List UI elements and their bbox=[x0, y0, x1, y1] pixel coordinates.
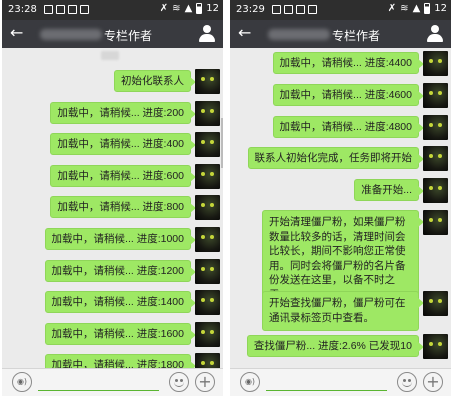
avatar[interactable] bbox=[423, 178, 448, 203]
message-bubble[interactable]: 加载中，请稍候... 进度:1600 bbox=[44, 323, 197, 345]
chat-title: 专栏作者 bbox=[104, 29, 153, 43]
mute-icon: ✗ bbox=[159, 3, 169, 14]
message-bubble[interactable]: 加载中，请稍候... 进度:200 bbox=[50, 102, 196, 124]
message-bubble[interactable]: 加载中，请稍候... 进度:600 bbox=[50, 165, 196, 187]
back-arrow-icon[interactable]: ← bbox=[238, 23, 251, 42]
notification-icon bbox=[80, 5, 89, 14]
status-bar: 23:29 ✗ ≋ ▲ 12 bbox=[230, 0, 451, 20]
chat-title-bar: ← 专栏作者 bbox=[230, 20, 451, 48]
avatar[interactable] bbox=[423, 291, 448, 316]
emoji-icon[interactable] bbox=[169, 372, 189, 392]
right-phone-screen: 23:29 ✗ ≋ ▲ 12 ← 专栏作者 加载中，请稍候... 进度:4400… bbox=[230, 0, 451, 396]
blurred-contact-name bbox=[268, 29, 330, 40]
message-bubble[interactable]: 初始化联系人 bbox=[114, 70, 196, 92]
avatar[interactable] bbox=[423, 334, 448, 359]
message-bubble[interactable]: 联系人初始化完成，任务即将开始 bbox=[247, 147, 424, 169]
chat-title: 专栏作者 bbox=[332, 29, 381, 43]
back-arrow-icon[interactable]: ← bbox=[10, 23, 23, 42]
message-bubble[interactable]: 加载中，请稍候... 进度:4600 bbox=[272, 84, 425, 106]
status-right: ✗ ≋ ▲ 12 bbox=[160, 3, 219, 14]
scrollbar[interactable] bbox=[221, 118, 223, 168]
battery-icon bbox=[424, 3, 431, 14]
notification-icon bbox=[308, 5, 317, 14]
notification-icon bbox=[296, 5, 305, 14]
notification-icons bbox=[272, 5, 317, 14]
plus-icon[interactable]: + bbox=[423, 372, 443, 392]
chat-input-bar: ◉) + bbox=[2, 368, 223, 396]
message-bubble[interactable]: 加载中，请稍候... 进度:1200 bbox=[44, 260, 197, 282]
left-phone-screen: 23:28 ✗ ≋ ▲ 12 ← 专栏作者 初始化联系人 加载中，请稍候... … bbox=[2, 0, 223, 396]
message-bubble[interactable]: 加载中，请稍候... 进度:400 bbox=[50, 133, 196, 155]
blurred-timestamp bbox=[101, 51, 119, 60]
notification-icons bbox=[44, 5, 89, 14]
message-input[interactable] bbox=[266, 390, 387, 391]
voice-icon[interactable]: ◉) bbox=[240, 372, 260, 392]
notification-icon bbox=[68, 5, 77, 14]
avatar[interactable] bbox=[195, 132, 220, 157]
wifi-icon: ≋ bbox=[172, 3, 181, 14]
avatar[interactable] bbox=[423, 115, 448, 140]
message-bubble[interactable]: 加载中，请稍候... 进度:4400 bbox=[272, 52, 425, 74]
avatar[interactable] bbox=[195, 259, 220, 284]
message-bubble[interactable]: 准备开始... bbox=[354, 179, 424, 201]
message-bubble[interactable]: 开始查找僵尸粉，僵尸粉可在通讯录标签页中查看。 bbox=[262, 291, 424, 331]
avatar[interactable] bbox=[195, 322, 220, 347]
notification-icon bbox=[284, 5, 293, 14]
wifi-icon: ≋ bbox=[400, 3, 409, 14]
avatar[interactable] bbox=[195, 195, 220, 220]
avatar[interactable] bbox=[423, 146, 448, 171]
status-time: 23:29 bbox=[236, 4, 265, 15]
plus-icon[interactable]: + bbox=[195, 372, 215, 392]
message-bubble[interactable]: 加载中，请稍候... 进度:4800 bbox=[272, 116, 425, 138]
chat-title-bar: ← 专栏作者 bbox=[2, 20, 223, 48]
avatar[interactable] bbox=[195, 290, 220, 315]
avatar[interactable] bbox=[195, 101, 220, 126]
chat-input-bar: ◉) + bbox=[230, 368, 451, 396]
status-time: 23:28 bbox=[8, 4, 37, 15]
signal-icon: ▲ bbox=[412, 3, 421, 14]
message-input[interactable] bbox=[38, 390, 159, 391]
message-bubble[interactable]: 加载中，请稍候... 进度:800 bbox=[50, 196, 196, 218]
mute-icon: ✗ bbox=[387, 3, 397, 14]
status-right: ✗ ≋ ▲ 12 bbox=[388, 3, 447, 14]
avatar[interactable] bbox=[195, 164, 220, 189]
message-bubble[interactable]: 查找僵尸粉... 进度:2.6% 已发现10 bbox=[246, 335, 425, 357]
avatar[interactable] bbox=[423, 210, 448, 235]
emoji-icon[interactable] bbox=[397, 372, 417, 392]
status-bar: 23:28 ✗ ≋ ▲ 12 bbox=[2, 0, 223, 20]
contact-info-icon[interactable] bbox=[427, 25, 443, 42]
avatar[interactable] bbox=[423, 51, 448, 76]
notification-icon bbox=[56, 5, 65, 14]
notification-icon bbox=[272, 5, 281, 14]
contact-info-icon[interactable] bbox=[199, 25, 215, 42]
message-bubble[interactable]: 加载中，请稍候... 进度:1400 bbox=[44, 291, 197, 313]
battery-level: 12 bbox=[206, 3, 219, 14]
notification-icon bbox=[44, 5, 53, 14]
blurred-contact-name bbox=[40, 29, 102, 40]
avatar[interactable] bbox=[195, 69, 220, 94]
signal-icon: ▲ bbox=[184, 3, 193, 14]
battery-icon bbox=[196, 3, 203, 14]
voice-icon[interactable]: ◉) bbox=[12, 372, 32, 392]
message-bubble[interactable]: 加载中，请稍候... 进度:1000 bbox=[44, 228, 197, 250]
battery-level: 12 bbox=[434, 3, 447, 14]
avatar[interactable] bbox=[423, 83, 448, 108]
avatar[interactable] bbox=[195, 227, 220, 252]
